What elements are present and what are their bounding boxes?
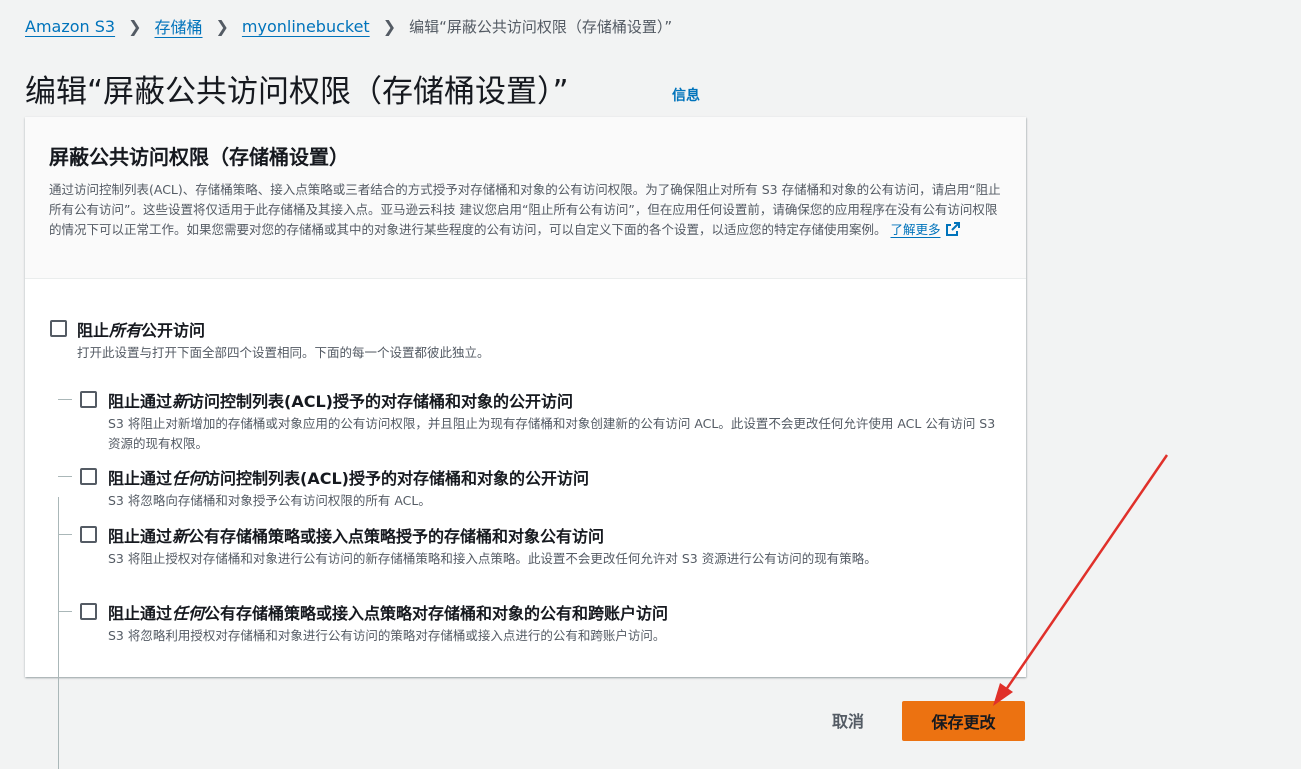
tree-branch: [58, 476, 72, 477]
block-new-acl-label[interactable]: 阻止通过新访问控制列表(ACL)授予的对存储桶和对象的公开访问: [108, 388, 573, 412]
block-any-acl-checkbox[interactable]: [80, 468, 97, 485]
info-link[interactable]: 信息: [672, 85, 700, 105]
breadcrumb-current: 编辑“屏蔽公共访问权限（存储桶设置）”: [409, 17, 673, 36]
tree-branch: [58, 399, 72, 400]
block-new-policy-description: S3 将阻止授权对存储桶和对象进行公有访问的新存储桶策略和接入点策略。此设置不会…: [108, 551, 877, 566]
chevron-right-icon: ❯: [128, 16, 142, 36]
breadcrumb-amazon-s3[interactable]: Amazon S3: [25, 17, 115, 36]
tree-connector: [58, 497, 59, 769]
chevron-right-icon: ❯: [382, 16, 397, 36]
block-any-policy-description: S3 将忽略利用授权对存储桶和对象进行公有访问的策略对存储桶或接入点进行的公有和…: [108, 628, 666, 643]
panel-description-text: 通过访问控制列表(ACL)、存储桶策略、接入点策略或三者结合的方式授予对存储桶和…: [49, 182, 1001, 237]
block-public-access-panel: 屏蔽公共访问权限（存储桶设置） 通过访问控制列表(ACL)、存储桶策略、接入点策…: [25, 117, 1026, 769]
panel-title: 屏蔽公共访问权限（存储桶设置）: [49, 145, 349, 169]
block-any-policy-label[interactable]: 阻止通过任何公有存储桶策略或接入点策略对存储桶和对象的公有和跨账户访问: [108, 600, 668, 624]
panel-header: 屏蔽公共访问权限（存储桶设置） 通过访问控制列表(ACL)、存储桶策略、接入点策…: [25, 117, 1026, 279]
block-all-label[interactable]: 阻止所有公开访问: [77, 317, 205, 341]
block-all-checkbox[interactable]: [50, 320, 67, 337]
block-new-policy-checkbox[interactable]: [80, 526, 97, 543]
tree-branch: [58, 611, 72, 612]
block-new-policy-label[interactable]: 阻止通过新公有存储桶策略或接入点策略授予的存储桶和对象公有访问: [108, 523, 604, 547]
block-new-acl-checkbox[interactable]: [80, 391, 97, 408]
breadcrumb-bucket-name[interactable]: myonlinebucket: [242, 17, 370, 36]
learn-more-label: 了解更多: [890, 222, 941, 237]
cancel-button[interactable]: 取消: [812, 700, 884, 740]
block-any-acl-label[interactable]: 阻止通过任何访问控制列表(ACL)授予的对存储桶和对象的公开访问: [108, 465, 589, 489]
external-link-icon: [945, 221, 961, 243]
block-all-description: 打开此设置与打开下面全部四个设置相同。下面的每一个设置都彼此独立。: [77, 345, 490, 360]
breadcrumb-buckets[interactable]: 存储桶: [155, 14, 203, 38]
block-any-acl-description: S3 将忽略向存储桶和对象授予公有访问权限的所有 ACL。: [108, 493, 431, 508]
panel-body: 阻止所有公开访问 打开此设置与打开下面全部四个设置相同。下面的每一个设置都彼此独…: [25, 279, 1026, 769]
chevron-right-icon: ❯: [215, 16, 229, 36]
breadcrumb: Amazon S3 ❯ 存储桶 ❯ myonlinebucket ❯ 编辑“屏蔽…: [25, 14, 672, 38]
save-changes-button[interactable]: 保存更改: [902, 701, 1025, 741]
tree-branch: [58, 534, 72, 535]
panel-description: 通过访问控制列表(ACL)、存储桶策略、接入点策略或三者结合的方式授予对存储桶和…: [49, 180, 1004, 243]
block-new-acl-description: S3 将阻止对新增加的存储桶或对象应用的公有访问权限，并且阻止为现有存储桶和对象…: [108, 416, 996, 451]
learn-more-link[interactable]: 了解更多: [891, 222, 961, 237]
page-title: 编辑“屏蔽公共访问权限（存储桶设置）”: [25, 74, 569, 110]
block-any-policy-checkbox[interactable]: [80, 603, 97, 620]
